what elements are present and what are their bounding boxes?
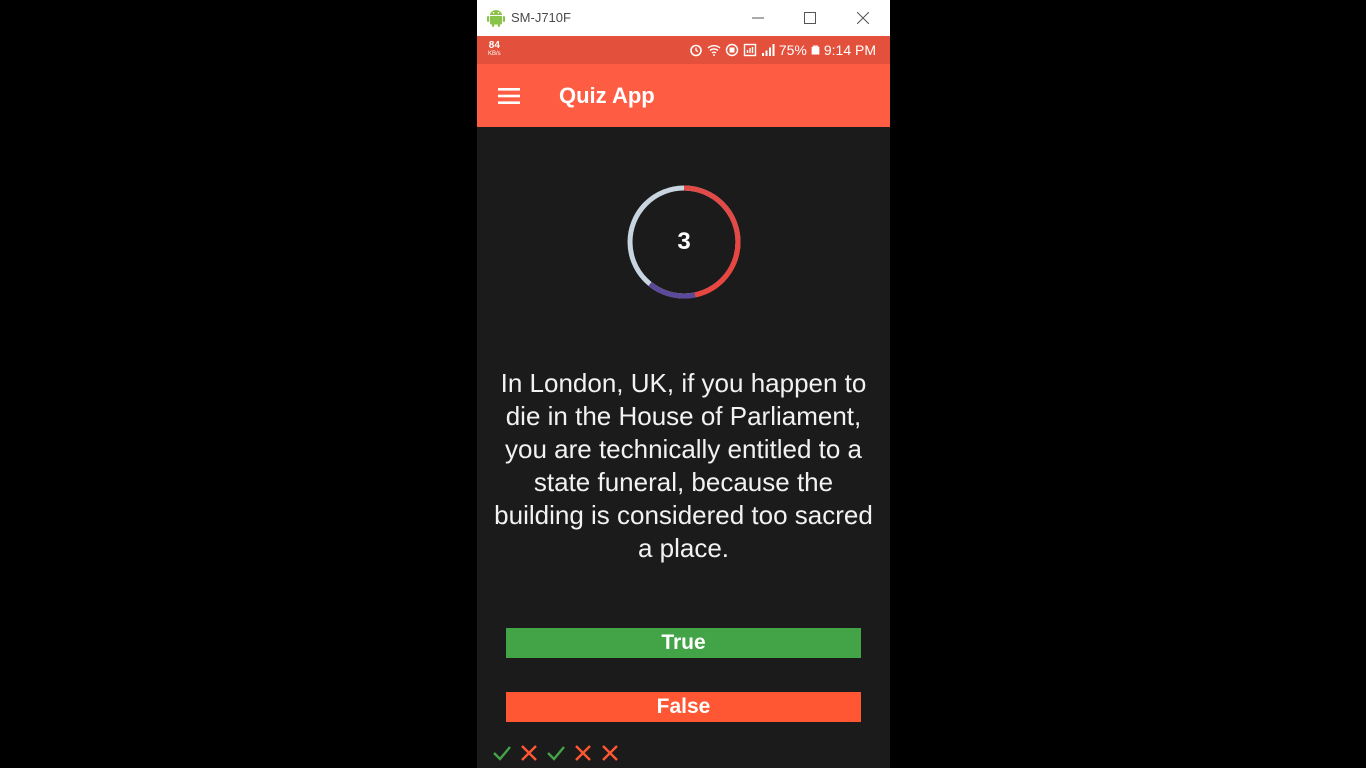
close-icon	[857, 12, 869, 24]
minimize-icon	[752, 17, 764, 19]
maximize-icon	[804, 12, 816, 24]
question-text: In London, UK, if you happen to die in t…	[494, 368, 873, 563]
signal-icon	[761, 44, 775, 56]
network-speed: 84 KB/s	[488, 41, 501, 59]
cross-icon	[572, 742, 594, 764]
countdown-timer: 3	[625, 183, 743, 301]
minimize-button[interactable]	[732, 0, 784, 36]
false-button[interactable]: False	[506, 692, 861, 722]
check-icon	[545, 742, 567, 764]
app-title: Quiz App	[559, 83, 655, 108]
emulator-window: SM-J710F 84 KB/s 75% 9:14 PM Quiz App 3 …	[477, 0, 890, 768]
sync-icon	[725, 43, 739, 57]
wifi-icon	[707, 45, 721, 56]
cross-icon	[518, 742, 540, 764]
window-title: SM-J710F	[511, 10, 571, 25]
status-time: 9:14 PM	[823, 42, 876, 58]
battery-percent: 75%	[778, 42, 807, 58]
score-history	[491, 742, 621, 764]
close-button[interactable]	[837, 0, 889, 36]
alarm-icon	[690, 44, 702, 57]
hamburger-menu-icon[interactable]	[491, 80, 527, 112]
cross-icon	[599, 742, 621, 764]
timer-count: 3	[677, 228, 691, 255]
android-status-bar: 84 KB/s 75% 9:14 PM	[477, 36, 890, 64]
window-titlebar[interactable]: SM-J710F	[477, 0, 890, 36]
maximize-button[interactable]	[784, 0, 836, 36]
android-icon	[486, 8, 506, 28]
true-button[interactable]: True	[506, 628, 861, 658]
app-toolbar: Quiz App	[477, 64, 890, 127]
check-icon	[491, 742, 513, 764]
screenshot-icon	[743, 43, 757, 57]
battery-icon	[811, 45, 820, 55]
network-speed-unit: KB/s	[488, 51, 501, 57]
